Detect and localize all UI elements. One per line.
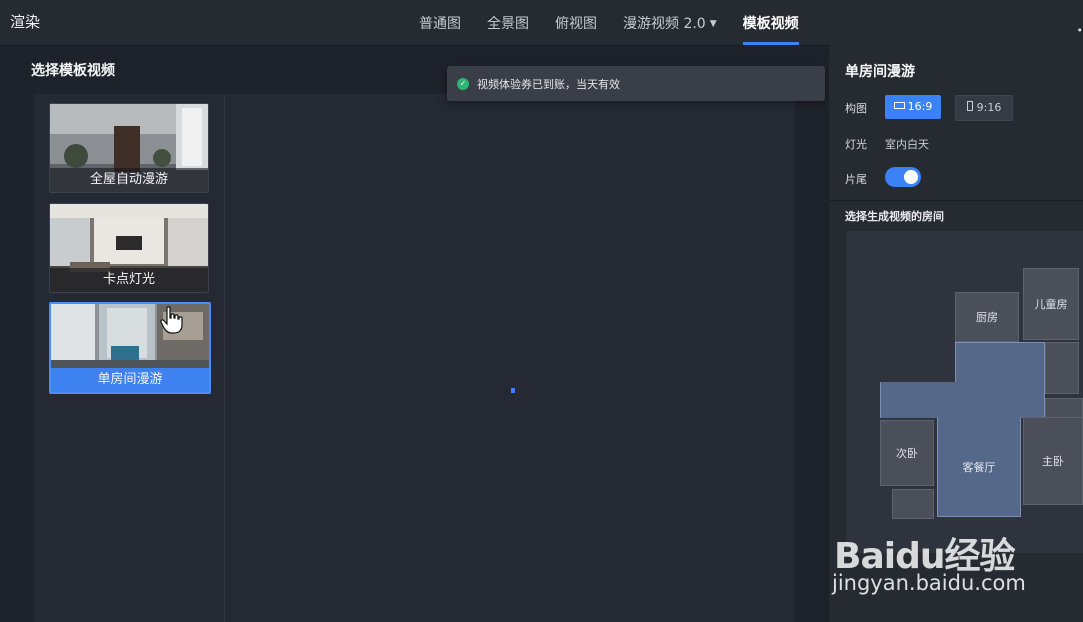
room-living-top[interactable]: [955, 342, 1045, 382]
room-living-mid[interactable]: [880, 382, 1045, 418]
ratio-16-9-label: 16:9: [907, 100, 933, 113]
settings-title: 单房间漫游: [845, 64, 915, 80]
template-card-label: 单房间漫游: [51, 368, 209, 392]
ratio-9-16-button[interactable]: 9:16: [955, 95, 1013, 121]
template-card-label: 全屋自动漫游: [50, 168, 208, 192]
tab-roaming-video[interactable]: 漫游视频 2.0 ▼: [610, 0, 730, 45]
template-card-whole-house[interactable]: 全屋自动漫游: [49, 103, 209, 193]
check-circle-icon: ✓: [457, 78, 469, 90]
ending-toggle[interactable]: [885, 167, 921, 187]
chevron-down-icon: ▼: [709, 19, 717, 29]
room-living[interactable]: 客餐厅: [937, 417, 1021, 517]
landscape-icon: [893, 102, 905, 109]
room-side-1[interactable]: [1045, 342, 1079, 394]
template-card-single-room[interactable]: 单房间漫游: [49, 302, 211, 394]
toast-message: 视频体验券已到账，当天有效: [477, 78, 620, 91]
room-master-bedroom[interactable]: 主卧: [1023, 417, 1083, 505]
panel-divider: [224, 94, 225, 622]
room-second-bedroom[interactable]: 次卧: [880, 420, 934, 486]
toggle-knob: [904, 170, 918, 184]
ratio-9-16-label: 9:16: [976, 101, 1002, 114]
hand-pointer-icon: [160, 306, 183, 334]
ratio-16-9-button[interactable]: 16:9: [885, 95, 941, 119]
watermark-url: jingyan.baidu.com: [832, 571, 1026, 595]
corner-cut-off-icon: •: [1076, 24, 1083, 37]
room-select-title: 选择生成视频的房间: [845, 210, 944, 223]
tab-roaming-video-label: 漫游视频 2.0: [623, 16, 706, 32]
tab-template-video[interactable]: 模板视频: [730, 0, 812, 45]
tab-topview[interactable]: 俯视图: [542, 0, 610, 45]
top-bar: 渲染 普通图 全景图 俯视图 漫游视频 2.0 ▼ 模板视频 •: [0, 0, 1083, 46]
template-card-label: 卡点灯光: [50, 268, 208, 292]
composition-label: 构图: [845, 102, 867, 115]
loading-indicator: [511, 388, 515, 393]
room-kitchen[interactable]: 厨房: [955, 292, 1019, 342]
room-kids[interactable]: 儿童房: [1023, 268, 1079, 340]
template-section-title: 选择模板视频: [31, 63, 115, 79]
section-divider: [829, 200, 1083, 201]
lighting-label: 灯光: [845, 138, 867, 151]
toast-notification: ✓ 视频体验券已到账，当天有效: [447, 66, 825, 101]
tab-panorama[interactable]: 全景图: [474, 0, 542, 45]
view-tabs: 普通图 全景图 俯视图 漫游视频 2.0 ▼ 模板视频: [406, 0, 812, 45]
ending-label: 片尾: [845, 173, 867, 186]
baidu-watermark: Baidu经验 jingyan.baidu.com: [826, 505, 1083, 622]
portrait-icon: [966, 101, 973, 111]
app-title: 渲染: [10, 13, 41, 31]
tab-normal[interactable]: 普通图: [406, 0, 474, 45]
lighting-value[interactable]: 室内白天: [885, 136, 929, 152]
template-card-lighting[interactable]: 卡点灯光: [49, 203, 209, 293]
